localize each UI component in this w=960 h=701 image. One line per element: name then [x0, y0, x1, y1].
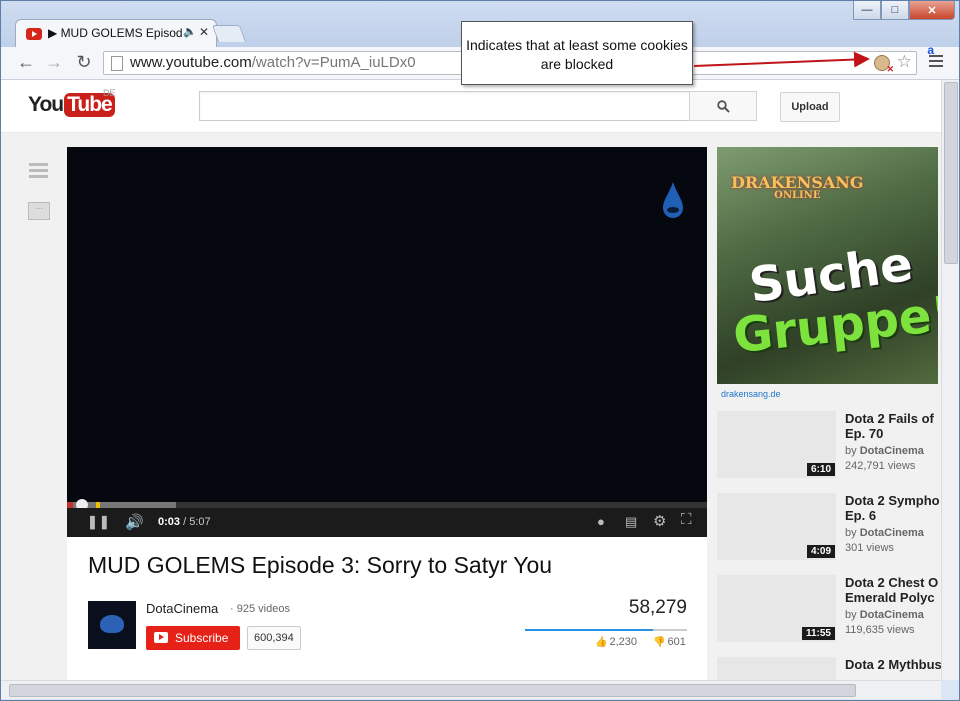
minimize-button[interactable]: —: [853, 1, 881, 20]
guide-menu-icon[interactable]: [29, 163, 48, 181]
video-player[interactable]: ❚❚ 🔊 0:03 / 5:07 ● ▤ ⚙ ⛶: [67, 147, 707, 537]
related-thumbnail[interactable]: 11:55: [717, 575, 836, 642]
channel-name[interactable]: DotaCinema: [146, 601, 218, 616]
ad-banner[interactable]: DRAKENSANG ONLINE Suche Gruppe!: [717, 147, 938, 384]
scrollbar-thumb[interactable]: [944, 82, 958, 264]
related-thumbnail[interactable]: [717, 657, 836, 680]
channel-watermark-icon: [663, 182, 683, 218]
youtube-favicon-icon: [26, 28, 42, 40]
captions-icon[interactable]: ▤: [625, 514, 637, 530]
subscribe-button[interactable]: Subscribe: [146, 626, 240, 650]
related-title[interactable]: Dota 2 Fails of Ep. 70: [845, 411, 941, 441]
related-views: 301 views: [845, 542, 894, 554]
channel-avatar[interactable]: [88, 601, 136, 649]
related-title[interactable]: Dota 2 Sympho Ep. 6: [845, 493, 941, 523]
upload-button[interactable]: Upload: [780, 92, 840, 122]
related-views: 119,635 views: [845, 624, 915, 636]
youtube-masthead: You Tube DE Upload: [1, 80, 941, 133]
sentiment-bar: [525, 629, 687, 631]
related-video[interactable]: 11:55 Dota 2 Chest O Emerald Polyc by Dot…: [717, 575, 941, 645]
search-icon: [716, 100, 730, 113]
related-video[interactable]: Dota 2 Mythbus: [717, 657, 941, 680]
cookie-blocked-icon[interactable]: [874, 55, 894, 75]
related-channel: by DotaCinema: [845, 445, 924, 457]
video-count: · 925 videos: [230, 603, 290, 615]
youtube-play-icon: [154, 632, 168, 643]
player-controls: ❚❚ 🔊 0:03 / 5:07 ● ▤ ⚙ ⛶: [67, 508, 707, 537]
annotations-icon[interactable]: ●: [597, 514, 605, 529]
volume-icon[interactable]: 🔊: [125, 513, 144, 531]
settings-gear-icon[interactable]: ⚙: [653, 512, 666, 530]
tab-active[interactable]: ▶ MUD GOLEMS Episode 3: Sorry to Satyr Y…: [15, 19, 217, 48]
window-controls: — □ ✕: [853, 1, 955, 20]
search-button[interactable]: [689, 91, 757, 121]
bookmark-star-icon[interactable]: ☆: [897, 52, 912, 72]
horizontal-scrollbar[interactable]: [1, 680, 941, 699]
pause-icon[interactable]: ❚❚: [87, 514, 111, 530]
more-icon[interactable]: ···: [28, 202, 50, 220]
related-title[interactable]: Dota 2 Chest O Emerald Polyc: [845, 575, 941, 605]
like-count[interactable]: 2,230: [595, 636, 637, 648]
url-text[interactable]: www.youtube.com/watch?v=PumA_iuLDx0: [130, 54, 416, 71]
related-video[interactable]: 4:09 Dota 2 Sympho Ep. 6 by DotaCinema 30…: [717, 493, 941, 563]
related-channel: by DotaCinema: [845, 609, 924, 621]
related-thumbnail[interactable]: 6:10: [717, 411, 836, 478]
browser-window: — □ ✕ ▶ MUD GOLEMS Episode 3: Sorry to S…: [0, 0, 960, 701]
page-viewport: You Tube DE Upload ··· ❚❚ 🔊 0:03 / 5:07 …: [1, 80, 941, 680]
related-video[interactable]: 6:10 Dota 2 Fails of Ep. 70 by DotaCinema…: [717, 411, 941, 481]
ad-link[interactable]: drakensang.de: [721, 389, 781, 399]
reload-icon[interactable]: ↻: [73, 51, 95, 73]
speaker-icon: 🔈: [183, 26, 197, 38]
tab-close-icon[interactable]: ✕: [199, 25, 209, 39]
duration-badge: 4:09: [806, 545, 835, 558]
related-title[interactable]: Dota 2 Mythbus: [845, 657, 941, 672]
ad-brand: DRAKENSANG ONLINE: [731, 173, 864, 201]
page-icon: [111, 56, 123, 71]
annotation-callout: Indicates that at least some cookies are…: [461, 21, 693, 85]
tab-title: ▶ MUD GOLEMS Episode 3: Sorry to Satyr Y…: [48, 26, 183, 40]
maximize-button[interactable]: □: [881, 1, 909, 20]
back-arrow-icon[interactable]: ←: [15, 51, 37, 73]
related-channel: by DotaCinema: [845, 527, 924, 539]
duration-badge: 6:10: [806, 463, 835, 476]
dislike-count[interactable]: 601: [653, 636, 685, 648]
vertical-scrollbar[interactable]: [941, 80, 959, 680]
extension-icon[interactable]: a: [927, 43, 934, 57]
subscriber-count: 600,394: [247, 626, 301, 650]
youtube-logo[interactable]: You Tube DE: [28, 88, 116, 118]
search-input[interactable]: [199, 91, 691, 121]
video-info-panel: MUD GOLEMS Episode 3: Sorry to Satyr You…: [67, 537, 707, 680]
related-thumbnail[interactable]: 4:09: [717, 493, 836, 560]
close-window-button[interactable]: ✕: [909, 1, 955, 20]
like-fill: [525, 629, 653, 631]
forward-arrow-icon[interactable]: →: [43, 51, 65, 73]
related-views: 242,791 views: [845, 460, 916, 472]
right-sidebar: DRAKENSANG ONLINE Suche Gruppe! drakensan…: [717, 147, 941, 680]
video-title: MUD GOLEMS Episode 3: Sorry to Satyr You: [88, 552, 553, 578]
duration-badge: 11:55: [801, 627, 835, 640]
new-tab-button[interactable]: [211, 25, 247, 42]
scrollbar-thumb[interactable]: [9, 684, 856, 697]
view-count: 58,279: [628, 597, 687, 618]
fullscreen-icon[interactable]: ⛶: [681, 511, 692, 528]
time-display: 0:03 / 5:07: [158, 516, 211, 528]
country-code: DE: [103, 88, 116, 98]
